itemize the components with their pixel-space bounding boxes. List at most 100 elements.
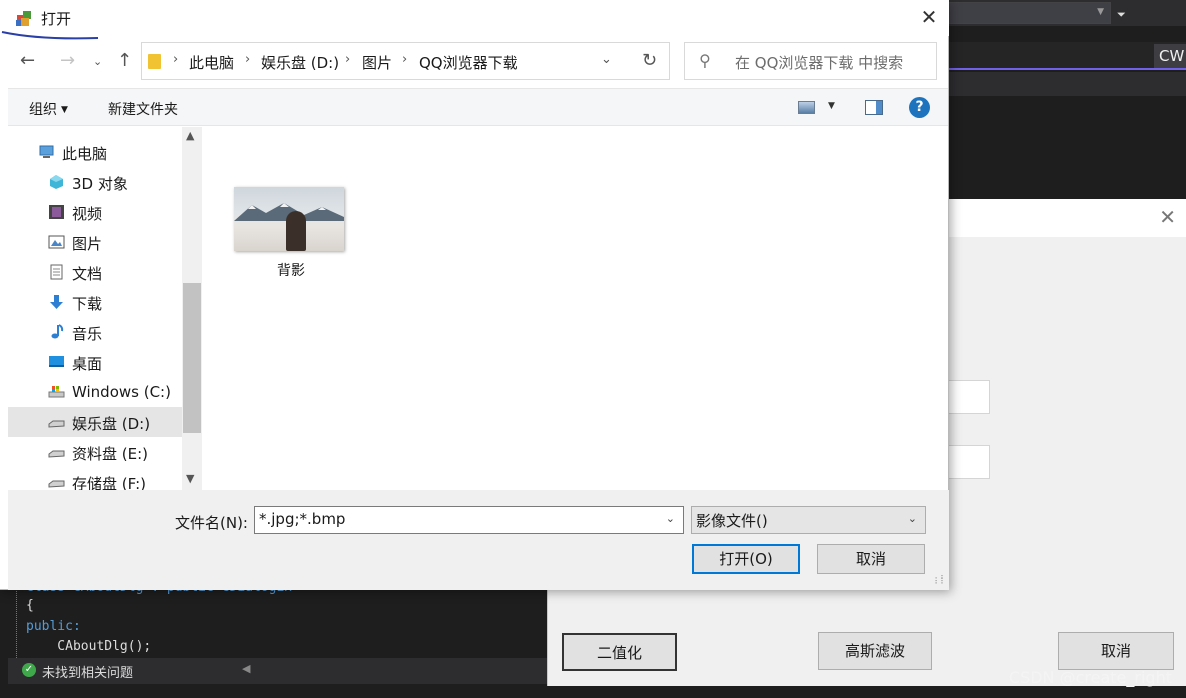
ide-status-bar: ✓ 未找到相关问题 ◀ xyxy=(8,658,548,684)
breadcrumb-pictures[interactable]: 图片 xyxy=(362,52,392,73)
command-bar: 组织 ▼ 新建文件夹 ▼ ? xyxy=(8,88,948,126)
nav-label: 3D 对象 xyxy=(72,175,128,193)
file-name[interactable]: 背影 xyxy=(259,260,323,280)
nav-item-music[interactable]: 音乐 xyxy=(8,317,182,347)
desktop-icon xyxy=(49,356,64,367)
code-line: CAboutDlg(); xyxy=(26,639,152,654)
nav-item-pictures[interactable]: 图片 xyxy=(8,227,182,257)
resize-grip-icon[interactable]: ⠠⠰ ⠰⠸ xyxy=(932,573,946,588)
nav-label: 桌面 xyxy=(72,355,103,373)
filename-label: 文件名(N): xyxy=(175,514,248,532)
search-input[interactable]: 在 QQ浏览器下载 中搜索 xyxy=(735,52,903,73)
nav-item-desktop[interactable]: 桌面 xyxy=(8,347,182,377)
back-arrow-icon[interactable]: ← xyxy=(20,50,35,71)
nav-item-documents[interactable]: 文档 xyxy=(8,257,182,287)
caret-down-icon: ▼ xyxy=(61,105,68,115)
nav-label: 娱乐盘 (D:) xyxy=(72,415,151,433)
cancel-button[interactable]: 取消 xyxy=(1058,632,1174,670)
nav-item-downloads[interactable]: 下载 xyxy=(8,287,182,317)
chevron-right-icon[interactable]: › xyxy=(245,52,250,67)
refresh-button[interactable]: ↻ xyxy=(630,42,670,80)
annotation-underline xyxy=(1,31,99,40)
file-list[interactable]: 背影 xyxy=(202,127,948,490)
filename-field[interactable]: *.jpg;*.bmp ⌄ xyxy=(254,506,684,534)
folder-icon xyxy=(148,54,161,69)
nav-label: 文档 xyxy=(72,265,103,283)
search-box[interactable]: ⚲ 在 QQ浏览器下载 中搜索 xyxy=(684,42,937,80)
app-icon xyxy=(16,11,31,26)
chevron-down-icon[interactable]: ⌄ xyxy=(666,512,675,525)
ide-panel-strip xyxy=(948,72,1186,96)
filetype-select[interactable]: 影像文件() ⌄ xyxy=(691,506,926,534)
nav-item-drive-f[interactable]: 存储盘 (F:) xyxy=(8,467,182,490)
open-file-dialog: 打开 ✕ ← → ⌄ ↑ › 此电脑 › 娱乐盘 (D:) › 图片 › QQ浏… xyxy=(0,0,949,590)
up-arrow-icon[interactable]: ↑ xyxy=(117,50,132,71)
search-icon: ⚲ xyxy=(699,51,711,70)
pictures-icon xyxy=(48,235,65,249)
chevron-right-icon[interactable]: › xyxy=(173,52,178,67)
check-circle-icon: ✓ xyxy=(22,663,36,677)
ide-bottom-strip xyxy=(0,684,548,698)
download-icon xyxy=(50,295,63,309)
nav-item-drive-c[interactable]: Windows (C:) xyxy=(8,377,182,407)
nav-item-this-pc[interactable]: 此电脑 xyxy=(8,137,182,167)
help-icon[interactable]: ? xyxy=(909,97,930,118)
person-silhouette xyxy=(286,211,306,251)
chevron-down-icon: ⌄ xyxy=(907,512,917,525)
binarize-button[interactable]: 二值化 xyxy=(562,633,677,671)
forward-arrow-icon[interactable]: → xyxy=(60,50,75,71)
nav-label: 视频 xyxy=(72,205,103,223)
ide-config-dropdown[interactable]: ▼ xyxy=(948,2,1111,24)
close-icon[interactable]: ✕ xyxy=(918,5,940,29)
drive-icon xyxy=(48,450,65,458)
edit-field[interactable] xyxy=(948,445,990,479)
filename-value: *.jpg;*.bmp xyxy=(259,510,346,528)
gaussian-filter-button[interactable]: 高斯滤波 xyxy=(818,632,932,670)
chevron-right-icon[interactable]: › xyxy=(402,52,407,67)
nav-label: 存储盘 (F:) xyxy=(72,475,146,490)
nav-label: 此电脑 xyxy=(62,145,108,163)
file-thumbnail[interactable] xyxy=(234,187,344,251)
cancel-button[interactable]: 取消 xyxy=(817,544,925,574)
recent-locations-icon[interactable]: ⌄ xyxy=(93,55,102,68)
new-folder-button[interactable]: 新建文件夹 xyxy=(108,99,178,119)
dialog-titlebar: 打开 ✕ xyxy=(0,0,949,40)
nav-item-video[interactable]: 视频 xyxy=(8,197,182,227)
drive-icon xyxy=(48,386,65,398)
edit-field[interactable] xyxy=(948,380,990,414)
breadcrumb-drive-d[interactable]: 娱乐盘 (D:) xyxy=(261,52,339,73)
scroll-up-icon[interactable]: ▲ xyxy=(186,129,194,142)
organize-menu[interactable]: 组织 ▼ xyxy=(29,99,68,119)
nav-label: 音乐 xyxy=(72,325,103,343)
fold-guide xyxy=(16,586,17,658)
breadcrumb-this-pc[interactable]: 此电脑 xyxy=(189,52,234,73)
nav-item-drive-d[interactable]: 娱乐盘 (D:) xyxy=(8,407,182,437)
breadcrumb-qq-downloads[interactable]: QQ浏览器下载 xyxy=(419,52,518,73)
nav-label: 资料盘 (E:) xyxy=(72,445,149,463)
filetype-value: 影像文件() xyxy=(696,512,768,530)
overflow-menu-icon[interactable]: ⏷ xyxy=(1117,8,1126,22)
address-bar[interactable]: › 此电脑 › 娱乐盘 (D:) › 图片 › QQ浏览器下载 ⌄ xyxy=(141,42,670,80)
open-button[interactable]: 打开(O) xyxy=(692,544,800,574)
close-icon[interactable]: ✕ xyxy=(1159,205,1176,229)
view-mode-icon[interactable] xyxy=(798,101,815,114)
documents-icon xyxy=(50,264,63,280)
chevron-right-icon[interactable]: › xyxy=(345,52,350,67)
scroll-left-icon[interactable]: ◀ xyxy=(242,662,250,675)
chevron-down-icon[interactable]: ⌄ xyxy=(601,52,612,67)
code-line: public: xyxy=(26,619,81,634)
ide-tab-cw[interactable]: CW xyxy=(1154,44,1186,68)
organize-label: 组织 xyxy=(29,102,57,118)
nav-item-drive-e[interactable]: 资料盘 (E:) xyxy=(8,437,182,467)
nav-item-3d-objects[interactable]: 3D 对象 xyxy=(8,167,182,197)
scrollbar-thumb[interactable] xyxy=(183,283,201,433)
caret-down-icon[interactable]: ▼ xyxy=(828,101,835,111)
code-line: { xyxy=(26,598,34,613)
preview-pane-icon[interactable] xyxy=(865,100,883,115)
scroll-down-icon[interactable]: ▼ xyxy=(186,472,194,485)
nav-pane-scrollbar[interactable]: ▲ ▼ xyxy=(182,127,202,490)
nav-label: 图片 xyxy=(72,235,103,253)
navigation-pane: 此电脑 3D 对象 视频 图片 文档 下载 音乐 桌面 Windows (C:)… xyxy=(8,127,182,490)
nav-label: Windows (C:) xyxy=(72,383,171,401)
status-text: 未找到相关问题 xyxy=(42,666,134,681)
